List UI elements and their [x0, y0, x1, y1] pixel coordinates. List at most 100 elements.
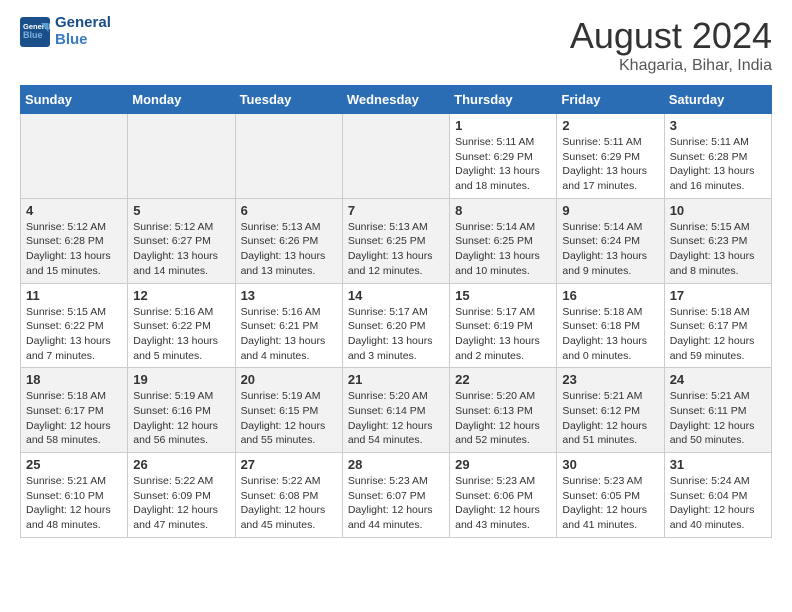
day-number: 25 [26, 457, 122, 472]
logo-line1: General [55, 15, 111, 32]
calendar-cell: 22 Sunrise: 5:20 AM Sunset: 6:13 PM Dayli… [450, 368, 557, 453]
day-info: Sunrise: 5:21 AM Sunset: 6:10 PM Dayligh… [26, 474, 122, 533]
day-info: Sunrise: 5:11 AM Sunset: 6:29 PM Dayligh… [455, 135, 551, 194]
day-number: 30 [562, 457, 658, 472]
day-info: Sunrise: 5:22 AM Sunset: 6:08 PM Dayligh… [241, 474, 337, 533]
col-sunday: Sunday [21, 86, 128, 114]
calendar-week-1: 1 Sunrise: 5:11 AM Sunset: 6:29 PM Daylig… [21, 114, 772, 199]
day-number: 12 [133, 288, 229, 303]
calendar-cell: 15Sunrise: 5:17 AM Sunset: 6:19 PM Dayli… [450, 283, 557, 368]
header: General Blue General Blue August 2024 Kh… [20, 15, 772, 75]
day-info: Sunrise: 5:20 AM Sunset: 6:13 PM Dayligh… [455, 389, 551, 448]
calendar-cell: 17 Sunrise: 5:18 AM Sunset: 6:17 PM Dayli… [664, 283, 771, 368]
day-info: Sunrise: 5:20 AM Sunset: 6:14 PM Dayligh… [348, 389, 444, 448]
calendar-cell: 30Sunrise: 5:23 AM Sunset: 6:05 PM Dayli… [557, 453, 664, 538]
day-number: 1 [455, 118, 551, 133]
day-number: 29 [455, 457, 551, 472]
day-number: 21 [348, 372, 444, 387]
calendar-cell: 11Sunrise: 5:15 AM Sunset: 6:22 PM Dayli… [21, 283, 128, 368]
day-info: Sunrise: 5:23 AM Sunset: 6:06 PM Dayligh… [455, 474, 551, 533]
day-info: Sunrise: 5:19 AM Sunset: 6:16 PM Dayligh… [133, 389, 229, 448]
calendar-cell: 4Sunrise: 5:12 AM Sunset: 6:28 PM Daylig… [21, 198, 128, 283]
day-info: Sunrise: 5:14 AM Sunset: 6:24 PM Dayligh… [562, 220, 658, 279]
day-number: 23 [562, 372, 658, 387]
day-info: Sunrise: 5:17 AM Sunset: 6:19 PM Dayligh… [455, 305, 551, 364]
day-number: 17 [670, 288, 766, 303]
day-number: 9 [562, 203, 658, 218]
col-friday: Friday [557, 86, 664, 114]
col-saturday: Saturday [664, 86, 771, 114]
day-info: Sunrise: 5:12 AM Sunset: 6:27 PM Dayligh… [133, 220, 229, 279]
page-container: General Blue General Blue August 2024 Kh… [0, 0, 792, 553]
svg-text:Blue: Blue [23, 30, 43, 40]
day-info: Sunrise: 5:18 AM Sunset: 6:18 PM Dayligh… [562, 305, 658, 364]
col-monday: Monday [128, 86, 235, 114]
day-number: 7 [348, 203, 444, 218]
day-info: Sunrise: 5:21 AM Sunset: 6:11 PM Dayligh… [670, 389, 766, 448]
calendar-cell: 9 Sunrise: 5:14 AM Sunset: 6:24 PM Daylig… [557, 198, 664, 283]
calendar-cell: 20 Sunrise: 5:19 AM Sunset: 6:15 PM Dayli… [235, 368, 342, 453]
day-number: 6 [241, 203, 337, 218]
logo-icon: General Blue [20, 17, 50, 47]
day-info: Sunrise: 5:18 AM Sunset: 6:17 PM Dayligh… [670, 305, 766, 364]
day-info: Sunrise: 5:12 AM Sunset: 6:28 PM Dayligh… [26, 220, 122, 279]
day-number: 24 [670, 372, 766, 387]
day-number: 5 [133, 203, 229, 218]
day-info: Sunrise: 5:15 AM Sunset: 6:23 PM Dayligh… [670, 220, 766, 279]
day-info: Sunrise: 5:13 AM Sunset: 6:25 PM Dayligh… [348, 220, 444, 279]
logo: General Blue General Blue [20, 15, 111, 48]
calendar-cell: 8 Sunrise: 5:14 AM Sunset: 6:25 PM Daylig… [450, 198, 557, 283]
calendar-cell: 3 Sunrise: 5:11 AM Sunset: 6:28 PM Daylig… [664, 114, 771, 199]
day-number: 8 [455, 203, 551, 218]
day-info: Sunrise: 5:18 AM Sunset: 6:17 PM Dayligh… [26, 389, 122, 448]
day-info: Sunrise: 5:11 AM Sunset: 6:28 PM Dayligh… [670, 135, 766, 194]
calendar-cell: 19 Sunrise: 5:19 AM Sunset: 6:16 PM Dayli… [128, 368, 235, 453]
day-info: Sunrise: 5:11 AM Sunset: 6:29 PM Dayligh… [562, 135, 658, 194]
col-wednesday: Wednesday [342, 86, 449, 114]
calendar-cell: 18Sunrise: 5:18 AM Sunset: 6:17 PM Dayli… [21, 368, 128, 453]
day-number: 22 [455, 372, 551, 387]
day-number: 31 [670, 457, 766, 472]
month-year-title: August 2024 [570, 15, 772, 57]
calendar-cell: 7 Sunrise: 5:13 AM Sunset: 6:25 PM Daylig… [342, 198, 449, 283]
day-number: 20 [241, 372, 337, 387]
location-subtitle: Khagaria, Bihar, India [570, 57, 772, 75]
day-number: 13 [241, 288, 337, 303]
calendar-cell: 16Sunrise: 5:18 AM Sunset: 6:18 PM Dayli… [557, 283, 664, 368]
calendar-cell: 31 Sunrise: 5:24 AM Sunset: 6:04 PM Dayli… [664, 453, 771, 538]
calendar-cell [21, 114, 128, 199]
calendar-header-row: Sunday Monday Tuesday Wednesday Thursday… [21, 86, 772, 114]
calendar-cell: 25 Sunrise: 5:21 AM Sunset: 6:10 PM Dayli… [21, 453, 128, 538]
day-number: 19 [133, 372, 229, 387]
day-number: 3 [670, 118, 766, 133]
day-number: 2 [562, 118, 658, 133]
day-number: 14 [348, 288, 444, 303]
calendar-week-3: 11Sunrise: 5:15 AM Sunset: 6:22 PM Dayli… [21, 283, 772, 368]
calendar-table: Sunday Monday Tuesday Wednesday Thursday… [20, 85, 772, 538]
calendar-cell: 5 Sunrise: 5:12 AM Sunset: 6:27 PM Daylig… [128, 198, 235, 283]
calendar-cell: 2 Sunrise: 5:11 AM Sunset: 6:29 PM Daylig… [557, 114, 664, 199]
calendar-cell: 10Sunrise: 5:15 AM Sunset: 6:23 PM Dayli… [664, 198, 771, 283]
calendar-week-2: 4Sunrise: 5:12 AM Sunset: 6:28 PM Daylig… [21, 198, 772, 283]
day-info: Sunrise: 5:23 AM Sunset: 6:07 PM Dayligh… [348, 474, 444, 533]
calendar-cell: 6 Sunrise: 5:13 AM Sunset: 6:26 PM Daylig… [235, 198, 342, 283]
calendar-week-5: 25 Sunrise: 5:21 AM Sunset: 6:10 PM Dayli… [21, 453, 772, 538]
day-info: Sunrise: 5:22 AM Sunset: 6:09 PM Dayligh… [133, 474, 229, 533]
day-info: Sunrise: 5:13 AM Sunset: 6:26 PM Dayligh… [241, 220, 337, 279]
calendar-cell: 12Sunrise: 5:16 AM Sunset: 6:22 PM Dayli… [128, 283, 235, 368]
day-info: Sunrise: 5:14 AM Sunset: 6:25 PM Dayligh… [455, 220, 551, 279]
day-info: Sunrise: 5:16 AM Sunset: 6:21 PM Dayligh… [241, 305, 337, 364]
col-thursday: Thursday [450, 86, 557, 114]
logo-line2: Blue [55, 32, 111, 49]
day-number: 27 [241, 457, 337, 472]
day-info: Sunrise: 5:24 AM Sunset: 6:04 PM Dayligh… [670, 474, 766, 533]
title-block: August 2024 Khagaria, Bihar, India [570, 15, 772, 75]
day-info: Sunrise: 5:17 AM Sunset: 6:20 PM Dayligh… [348, 305, 444, 364]
calendar-body: 1 Sunrise: 5:11 AM Sunset: 6:29 PM Daylig… [21, 114, 772, 538]
calendar-cell: 14 Sunrise: 5:17 AM Sunset: 6:20 PM Dayli… [342, 283, 449, 368]
day-info: Sunrise: 5:21 AM Sunset: 6:12 PM Dayligh… [562, 389, 658, 448]
calendar-cell: 1 Sunrise: 5:11 AM Sunset: 6:29 PM Daylig… [450, 114, 557, 199]
day-info: Sunrise: 5:19 AM Sunset: 6:15 PM Dayligh… [241, 389, 337, 448]
calendar-cell: 28Sunrise: 5:23 AM Sunset: 6:07 PM Dayli… [342, 453, 449, 538]
calendar-cell [235, 114, 342, 199]
